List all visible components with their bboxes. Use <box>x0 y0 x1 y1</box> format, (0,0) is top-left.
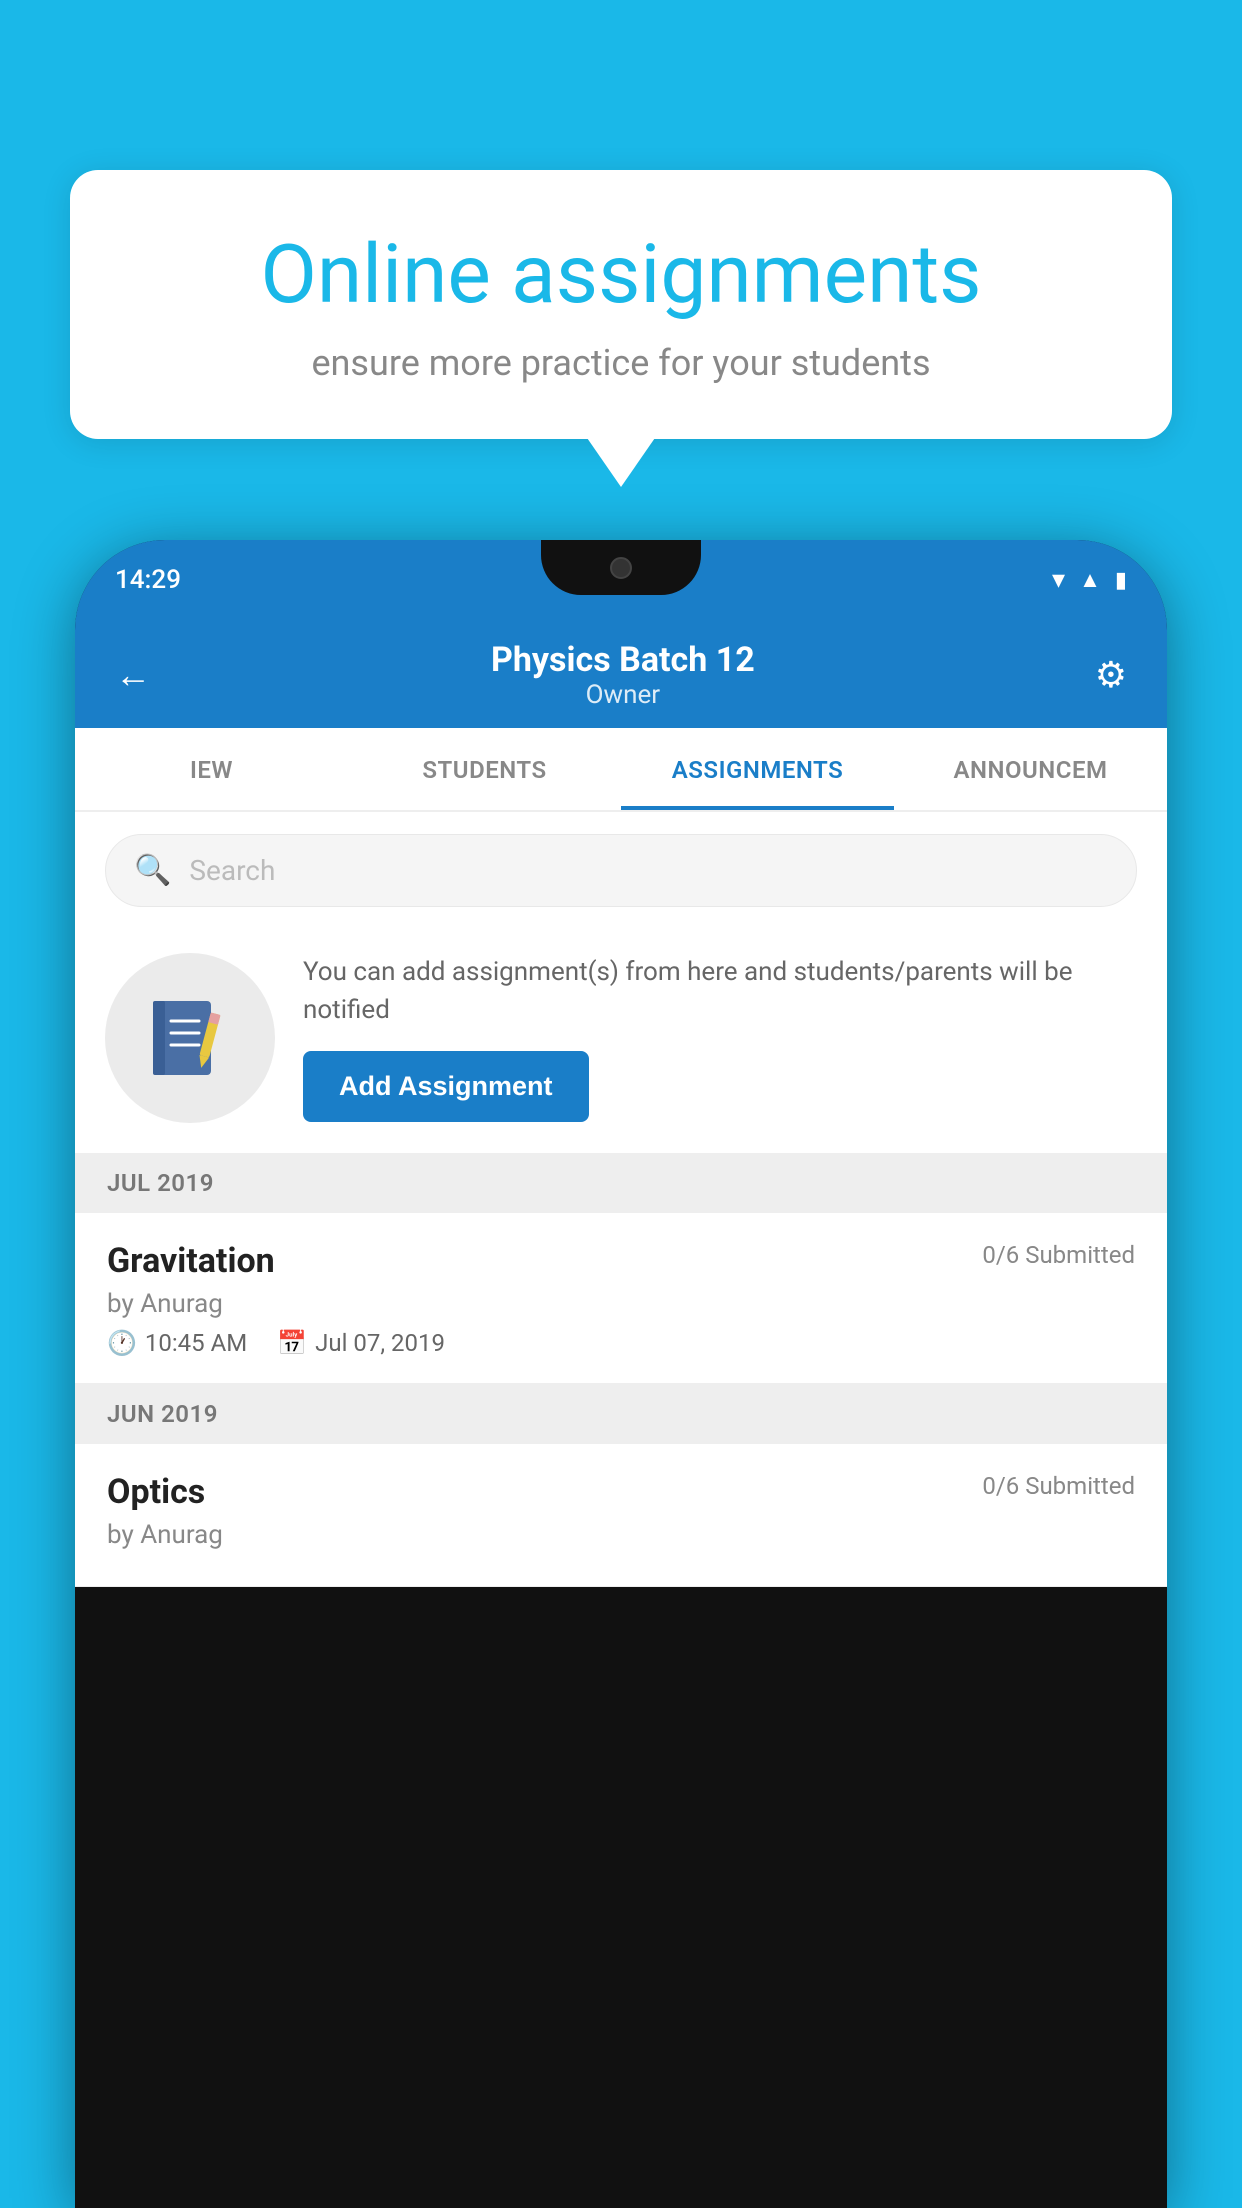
phone-frame: 14:29 ▾ ▲ ▮ ← Physics Batch 12 Owner ⚙ I… <box>75 540 1167 2208</box>
app-header: ← Physics Batch 12 Owner ⚙ <box>75 620 1167 728</box>
back-button[interactable]: ← <box>115 654 151 696</box>
assignment-time-value: 10:45 AM <box>145 1329 247 1357</box>
info-card: You can add assignment(s) from here and … <box>75 929 1167 1153</box>
assignment-time: 🕐 10:45 AM <box>107 1329 247 1357</box>
assignment-submitted-optics: 0/6 Submitted <box>982 1472 1135 1500</box>
assignment-meta-gravitation: 🕐 10:45 AM 📅 Jul 07, 2019 <box>107 1329 1135 1357</box>
assignment-date-value: Jul 07, 2019 <box>315 1329 445 1357</box>
batch-subtitle: Owner <box>491 680 755 710</box>
signal-icon: ▲ <box>1079 567 1101 593</box>
assignment-submitted-gravitation: 0/6 Submitted <box>982 1241 1135 1269</box>
info-description: You can add assignment(s) from here and … <box>303 954 1137 1029</box>
header-center: Physics Batch 12 Owner <box>491 640 755 710</box>
add-assignment-button[interactable]: Add Assignment <box>303 1051 589 1122</box>
wifi-icon: ▾ <box>1052 565 1065 595</box>
status-bar: 14:29 ▾ ▲ ▮ <box>75 540 1167 620</box>
assignment-gravitation[interactable]: Gravitation 0/6 Submitted by Anurag 🕐 10… <box>75 1213 1167 1384</box>
assignment-author-optics: by Anurag <box>107 1520 1135 1550</box>
calendar-icon: 📅 <box>277 1329 307 1357</box>
clock-icon: 🕐 <box>107 1329 137 1357</box>
assignment-optics[interactable]: Optics 0/6 Submitted by Anurag <box>75 1444 1167 1587</box>
status-icons: ▾ ▲ ▮ <box>1052 565 1127 595</box>
assignment-top-row: Gravitation 0/6 Submitted <box>107 1241 1135 1281</box>
search-bar[interactable]: 🔍 Search <box>105 834 1137 907</box>
assignment-date: 📅 Jul 07, 2019 <box>277 1329 445 1357</box>
search-icon: 🔍 <box>134 853 171 888</box>
info-text-section: You can add assignment(s) from here and … <box>303 954 1137 1122</box>
tab-iew[interactable]: IEW <box>75 728 348 810</box>
tab-assignments[interactable]: ASSIGNMENTS <box>621 728 894 810</box>
search-container: 🔍 Search <box>75 812 1167 929</box>
tabs-bar: IEW STUDENTS ASSIGNMENTS ANNOUNCEM <box>75 728 1167 812</box>
notebook-icon <box>145 993 235 1083</box>
search-placeholder: Search <box>189 854 275 887</box>
promo-title: Online assignments <box>150 230 1092 320</box>
batch-title: Physics Batch 12 <box>491 640 755 680</box>
assignment-title-gravitation: Gravitation <box>107 1241 275 1281</box>
assignment-author-gravitation: by Anurag <box>107 1289 1135 1319</box>
section-jul-2019: JUL 2019 <box>75 1153 1167 1213</box>
tab-announcements[interactable]: ANNOUNCEM <box>894 728 1167 810</box>
settings-button[interactable]: ⚙ <box>1095 654 1127 696</box>
notch <box>541 540 701 595</box>
tab-students[interactable]: STUDENTS <box>348 728 621 810</box>
camera <box>610 557 632 579</box>
promo-card: Online assignments ensure more practice … <box>70 170 1172 439</box>
status-time: 14:29 <box>115 565 181 595</box>
assignment-title-optics: Optics <box>107 1472 205 1512</box>
promo-subtitle: ensure more practice for your students <box>150 342 1092 384</box>
notebook-icon-circle <box>105 953 275 1123</box>
assignment-top-row-optics: Optics 0/6 Submitted <box>107 1472 1135 1512</box>
battery-icon: ▮ <box>1115 568 1127 593</box>
section-jun-2019: JUN 2019 <box>75 1384 1167 1444</box>
screen-content: 🔍 Search <box>75 812 1167 1587</box>
